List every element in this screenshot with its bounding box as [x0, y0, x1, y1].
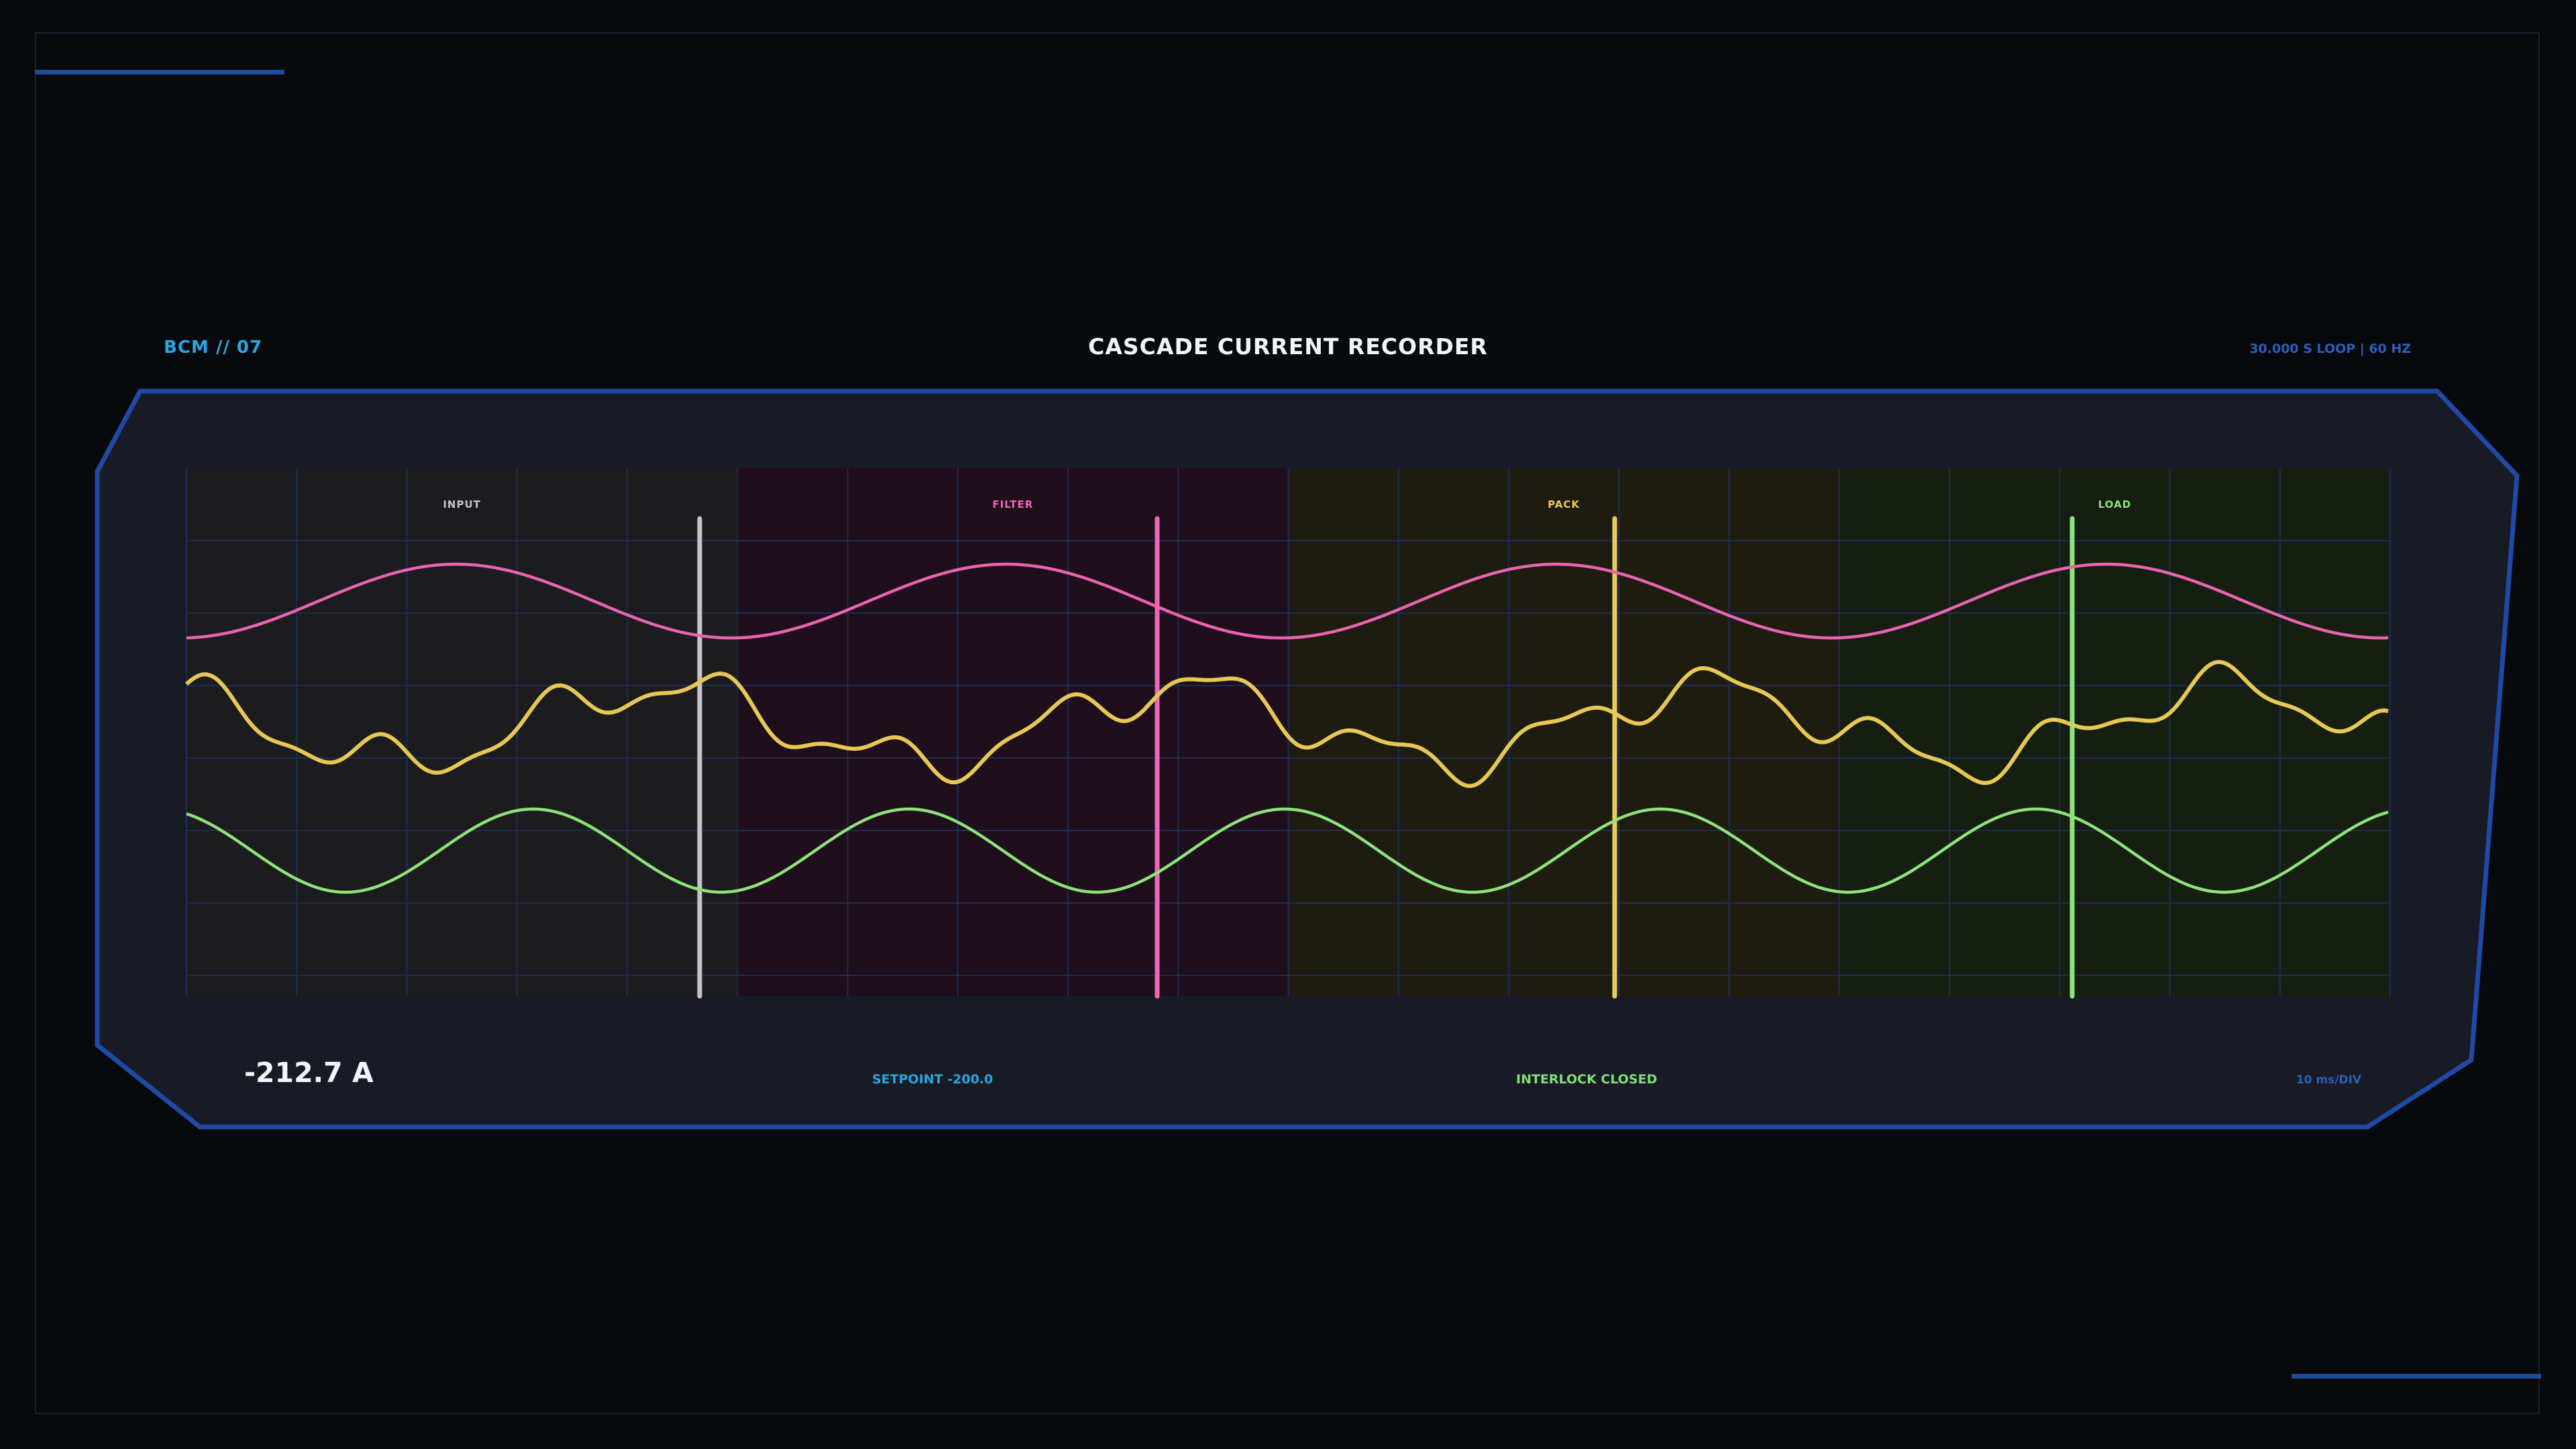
zone-label-input: INPUT [443, 498, 481, 511]
zone-label-pack: PACK [1548, 498, 1580, 511]
zone-bg-input [186, 468, 738, 996]
plot-grid [186, 468, 2391, 996]
current-readout: -212.7 A [244, 1057, 374, 1089]
zone-bg-pack [1288, 468, 1839, 996]
zone-bg-load [1839, 468, 2390, 996]
interlock-status: INTERLOCK CLOSED [1516, 1072, 1658, 1087]
zone-label-load: LOAD [2098, 498, 2131, 511]
time-scale-readout: 10 ms/DIV [2296, 1073, 2361, 1087]
setpoint-readout: SETPOINT -200.0 [872, 1072, 994, 1087]
zone-label-filter: FILTER [992, 498, 1033, 511]
recorder-panel: INPUT FILTER PACK LOAD [95, 388, 2520, 1130]
zone-bg-filter [737, 468, 1289, 996]
